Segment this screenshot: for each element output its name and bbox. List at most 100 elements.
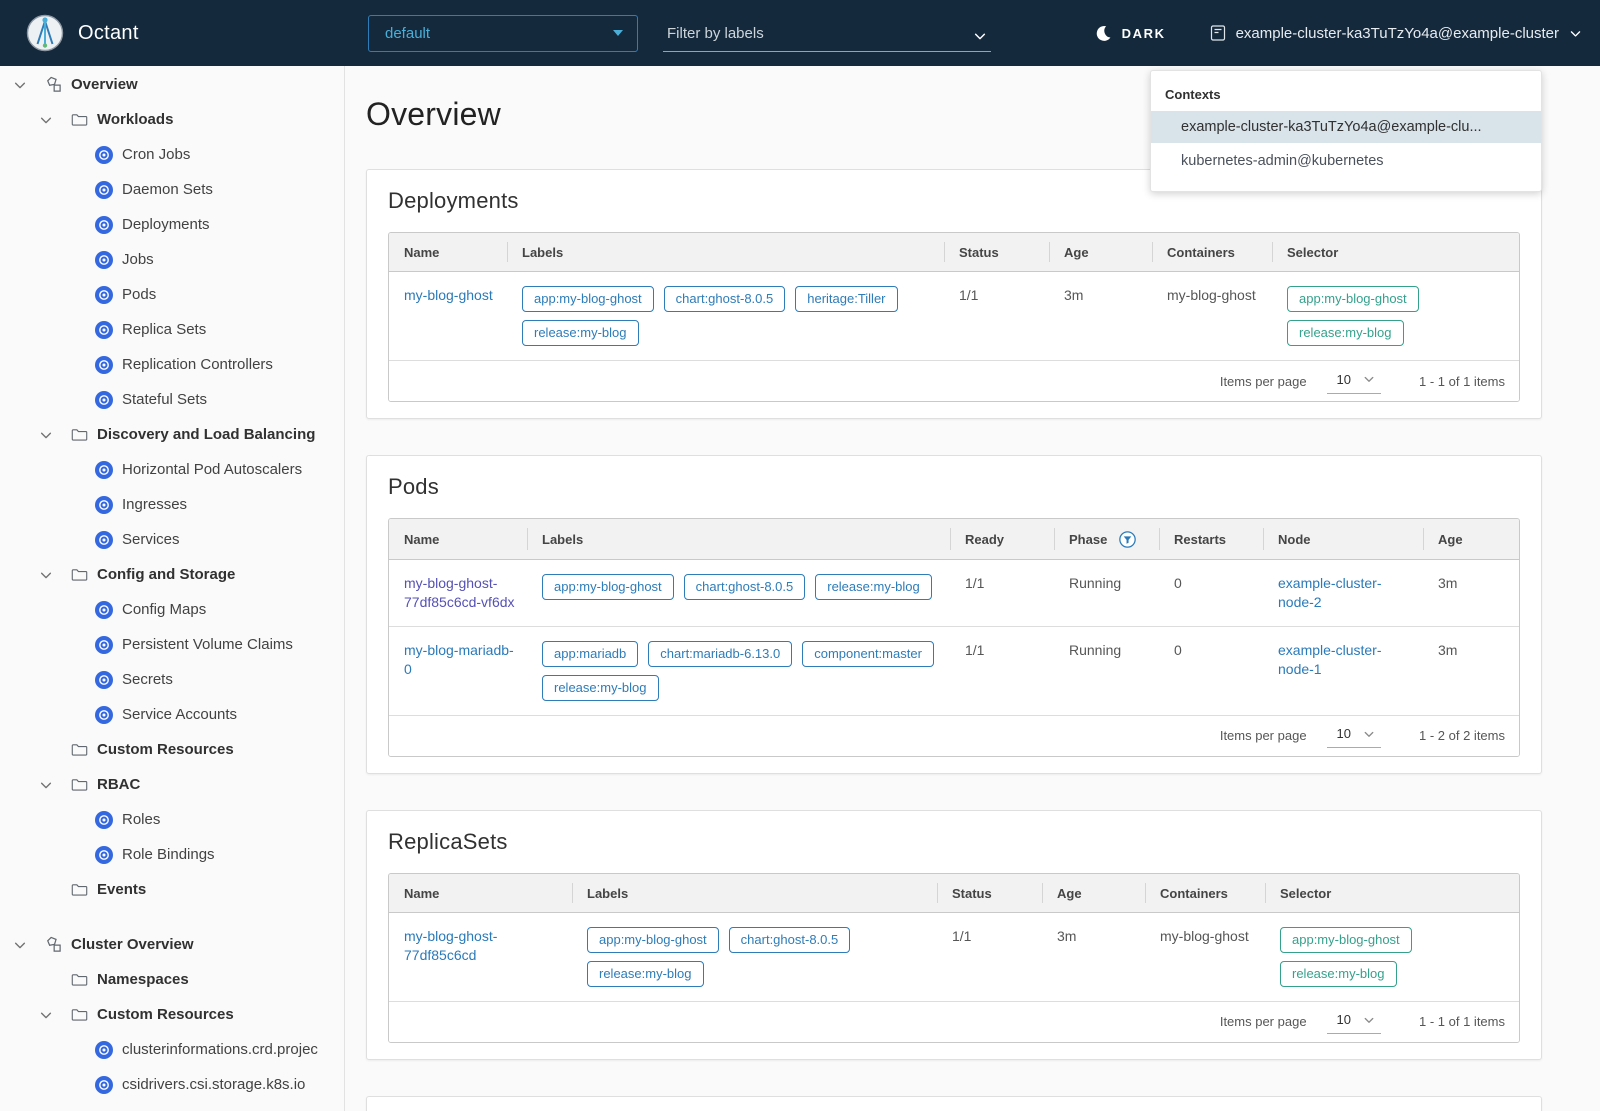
folder-icon [70, 971, 88, 989]
label-tag-chart-ghost-8-0-5[interactable]: chart:ghost-8.0.5 [663, 286, 786, 312]
sidebar-item-events[interactable]: Events [0, 872, 344, 907]
sidebar-item-rbac[interactable]: RBAC [0, 767, 344, 802]
label-tag-heritage-tiller[interactable]: heritage:Tiller [795, 286, 898, 312]
column-label: Labels [542, 532, 584, 547]
sidebar-item-discovery-and-load-balancing[interactable]: Discovery and Load Balancing [0, 417, 344, 452]
name-link[interactable]: my-blog-ghost-77df85c6cd-vf6dx [404, 575, 515, 610]
cron-jobs-icon [95, 145, 113, 164]
sidebar-item-cron-jobs[interactable]: Cron Jobs [0, 137, 344, 172]
octant-logo-icon [26, 14, 64, 52]
column-header-age: Age [1049, 233, 1152, 272]
label-tag-component-master[interactable]: component:master [802, 640, 934, 667]
deployments-icon [95, 215, 113, 234]
cell-labels: app:my-blog-ghost chart:ghost-8.0.5 releas… [572, 912, 937, 1002]
label-tag-app-my-blog-ghost[interactable]: app:my-blog-ghost [542, 574, 674, 600]
sidebar-item-config-and-storage[interactable]: Config and Storage [0, 557, 344, 592]
sidebar-item-services[interactable]: Services [0, 522, 344, 557]
secrets-icon [95, 670, 113, 689]
sidebar-item-csidrivers-csi-storage-k8s-io[interactable]: csidrivers.csi.storage.k8s.io [0, 1067, 344, 1102]
cell-name: my-blog-mariadb-0 [389, 626, 527, 716]
sidebar-item-persistent-volume-claims[interactable]: Persistent Volume Claims [0, 627, 344, 662]
chevron-down-icon[interactable] [12, 938, 28, 952]
label-tag-app-my-blog-ghost[interactable]: app:my-blog-ghost [587, 926, 719, 953]
sidebar-item-horizontal-pod-autoscalers[interactable]: Horizontal Pod Autoscalers [0, 452, 344, 487]
chevron-down-icon[interactable] [38, 113, 54, 127]
sidebar-item-custom-resources[interactable]: Custom Resources [0, 997, 344, 1032]
items-per-page-label: Items per page [1219, 1014, 1307, 1030]
chevron-down-icon[interactable] [12, 78, 28, 92]
label-tag-chart-ghost-8-0-5[interactable]: chart:ghost-8.0.5 [683, 574, 806, 600]
column-label: Selector [1280, 885, 1332, 901]
chevron-down-icon[interactable] [38, 1008, 54, 1022]
name-link[interactable]: my-blog-mariadb-0 [404, 642, 514, 677]
dark-theme-toggle[interactable]: DARK [1095, 25, 1166, 42]
namespace-select[interactable]: default [368, 14, 638, 52]
replication-controllers-icon [95, 355, 113, 374]
sidebar-item-replication-controllers[interactable]: Replication Controllers [0, 347, 344, 382]
context-option-example-cluster-ka3tutzyo4a-example-clu[interactable]: example-cluster-ka3TuTzYo4a@example-clu.… [1151, 111, 1541, 143]
sidebar-item-label: Service Accounts [122, 706, 238, 723]
label-tag-chart-ghost-8-0-5[interactable]: chart:ghost-8.0.5 [728, 926, 851, 953]
cell-labels: app:my-blog-ghost chart:ghost-8.0.5 herita… [507, 272, 944, 361]
cell-node: example-cluster-node-2 [1263, 560, 1423, 627]
sidebar-item-label: Replication Controllers [122, 356, 273, 373]
sidebar-item-role-bindings[interactable]: Role Bindings [0, 837, 344, 872]
selector-tag-release-my-blog[interactable]: release:my-blog [1287, 320, 1404, 346]
pods-table: Name Labels Ready Phase Restarts Node Age my-bl… [388, 518, 1520, 757]
sidebar-item-workloads[interactable]: Workloads [0, 102, 344, 137]
sidebar-item-custom-resources[interactable]: Custom Resources [0, 732, 344, 767]
filter-icon[interactable] [1119, 531, 1137, 548]
sidebar-item-jobs[interactable]: Jobs [0, 242, 344, 277]
selector-tag-app-my-blog-ghost[interactable]: app:my-blog-ghost [1287, 286, 1419, 312]
context-option-kubernetes-admin-kubernetes[interactable]: kubernetes-admin@kubernetes [1151, 145, 1541, 177]
sidebar-item-label: Config Maps [122, 601, 207, 618]
horizontal-pod-autoscalers-icon [95, 460, 113, 479]
sidebar-item-config-maps[interactable]: Config Maps [0, 592, 344, 627]
sidebar-item-label: Custom Resources [97, 1006, 234, 1023]
sidebar-item-deployments[interactable]: Deployments [0, 207, 344, 242]
context-switcher[interactable]: example-cluster-ka3TuTzYo4a@example-clus… [1210, 24, 1582, 42]
sidebar-item-daemon-sets[interactable]: Daemon Sets [0, 172, 344, 207]
label-tag-chart-mariadb-6-13-0[interactable]: chart:mariadb-6.13.0 [648, 640, 793, 667]
sidebar-item-cluster-overview[interactable]: Cluster Overview [0, 927, 344, 962]
node-link[interactable]: example-cluster-node-1 [1278, 642, 1381, 677]
page-size-select[interactable]: 10 [1326, 723, 1382, 749]
sidebar-item-namespaces[interactable]: Namespaces [0, 962, 344, 997]
filter-labels-box[interactable] [663, 14, 991, 52]
label-tag-app-my-blog-ghost[interactable]: app:my-blog-ghost [522, 286, 654, 312]
chevron-down-icon[interactable] [38, 568, 54, 582]
name-link[interactable]: my-blog-ghost-77df85c6cd [404, 928, 497, 963]
sidebar-item-ingresses[interactable]: Ingresses [0, 487, 344, 522]
sidebar-item-secrets[interactable]: Secrets [0, 662, 344, 697]
folder-icon [70, 566, 88, 584]
sidebar-item-roles[interactable]: Roles [0, 802, 344, 837]
label-tag-release-my-blog[interactable]: release:my-blog [542, 674, 659, 701]
node-link[interactable]: example-cluster-node-2 [1278, 575, 1381, 610]
sidebar-item-service-accounts[interactable]: Service Accounts [0, 697, 344, 732]
page-size-select[interactable]: 10 [1326, 369, 1382, 394]
label-tag-release-my-blog[interactable]: release:my-blog [587, 960, 704, 987]
service-accounts-icon [95, 705, 113, 724]
sidebar-item-overview[interactable]: Overview [0, 67, 344, 102]
label-tag-app-mariadb[interactable]: app:mariadb [542, 640, 639, 667]
chevron-down-icon[interactable] [38, 778, 54, 792]
chevron-down-icon[interactable] [973, 29, 987, 43]
cell-labels: app:my-blog-ghost chart:ghost-8.0.5 releas… [527, 560, 950, 627]
chevron-down-icon[interactable] [38, 428, 54, 442]
sidebar-item-pods[interactable]: Pods [0, 277, 344, 312]
label-tag-release-my-blog[interactable]: release:my-blog [815, 574, 932, 600]
sidebar-item-label: Overview [71, 76, 138, 93]
column-label: Age [1064, 245, 1089, 260]
selector-tag-app-my-blog-ghost[interactable]: app:my-blog-ghost [1280, 926, 1412, 953]
label-tag-release-my-blog[interactable]: release:my-blog [522, 320, 639, 346]
column-header-status: Status [944, 233, 1049, 272]
sidebar-item-replica-sets[interactable]: Replica Sets [0, 312, 344, 347]
name-link[interactable]: my-blog-ghost [404, 287, 493, 303]
selector-tag-release-my-blog[interactable]: release:my-blog [1280, 960, 1397, 987]
page-size-select[interactable]: 10 [1326, 1009, 1382, 1035]
dark-label: DARK [1121, 25, 1166, 41]
sidebar-item-clusterinformations-crd-projec[interactable]: clusterinformations.crd.projec [0, 1032, 344, 1067]
filter-labels-input[interactable] [665, 24, 973, 43]
sidebar-item-stateful-sets[interactable]: Stateful Sets [0, 382, 344, 417]
main-content: Overview Deployments Name Labels Status Age… [346, 66, 1600, 1111]
